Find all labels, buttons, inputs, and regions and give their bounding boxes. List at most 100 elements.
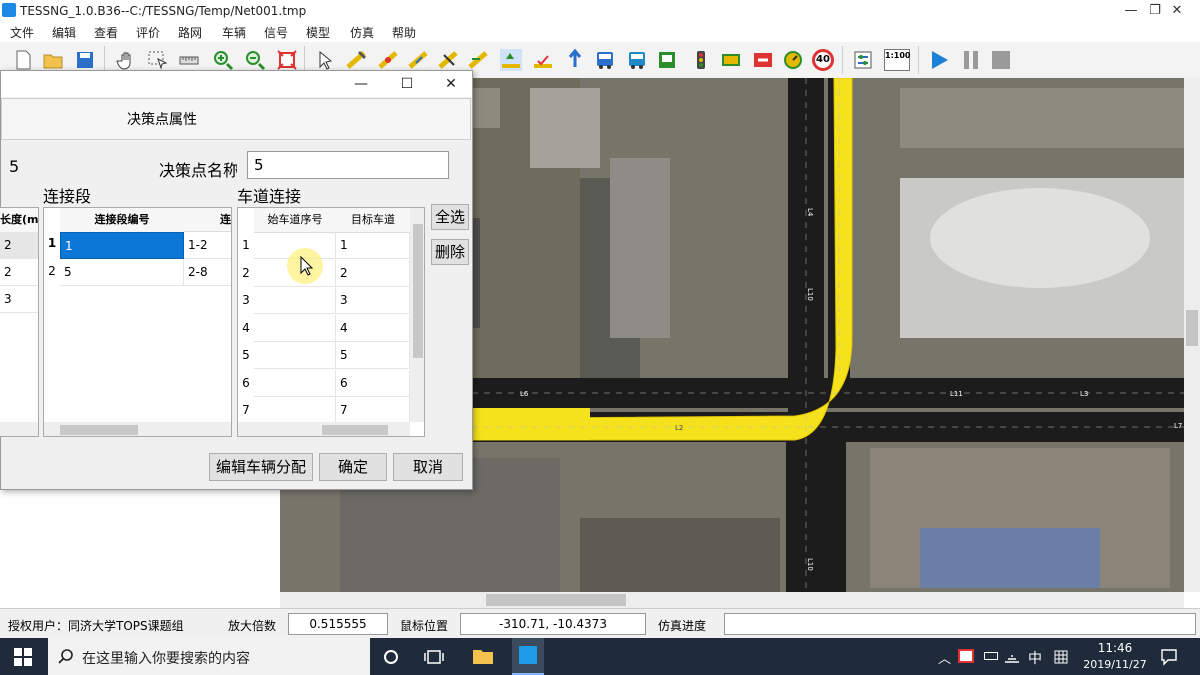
from-lane-cell[interactable] <box>254 342 336 369</box>
table-cell[interactable]: 3 <box>0 286 38 313</box>
tray-app-icon[interactable] <box>958 649 974 663</box>
from-lane-cell[interactable] <box>254 397 336 424</box>
keyboard-grid-icon[interactable] <box>1054 650 1068 664</box>
from-lane-cell[interactable] <box>254 287 336 314</box>
cortana-icon[interactable] <box>382 648 400 666</box>
delete-button[interactable]: 删除 <box>431 239 469 265</box>
menu-vehicle[interactable]: 车辆 <box>222 24 246 41</box>
table-cell[interactable]: 2 <box>0 232 38 259</box>
route-icon[interactable] <box>532 49 554 71</box>
hand-pan-icon[interactable] <box>116 49 138 71</box>
menu-signal[interactable]: 信号 <box>264 24 288 41</box>
merge-link-icon[interactable] <box>468 49 490 71</box>
edit-vehicle-distribution-button[interactable]: 编辑车辆分配 <box>209 453 313 481</box>
edit-link-icon[interactable] <box>408 49 430 71</box>
lane-table-vscroll[interactable] <box>410 208 424 422</box>
map-vertical-scrollbar[interactable] <box>1184 78 1200 592</box>
to-lane-cell[interactable]: 5 <box>336 342 410 369</box>
menu-model[interactable]: 模型 <box>306 24 330 41</box>
zoom-out-icon[interactable] <box>244 49 266 71</box>
dialog-maximize-button[interactable]: ☐ <box>387 73 427 95</box>
to-lane-cell[interactable]: 2 <box>336 259 410 287</box>
bus-icon[interactable] <box>594 49 616 71</box>
task-view-icon[interactable] <box>424 648 444 666</box>
decision-point-icon[interactable] <box>500 49 522 71</box>
vehicle-input-icon[interactable] <box>564 49 586 71</box>
select-rect-icon[interactable] <box>146 49 168 71</box>
select-all-button[interactable]: 全选 <box>431 204 469 230</box>
open-folder-icon[interactable] <box>42 49 64 71</box>
menu-view[interactable]: 查看 <box>94 24 118 41</box>
link-label: L3 <box>1080 390 1088 398</box>
column-header-to-lane: 目标车道 <box>336 208 410 233</box>
to-lane-cell[interactable]: 1 <box>336 232 410 259</box>
connector-cell[interactable]: 1-2 <box>184 232 231 259</box>
to-lane-cell[interactable]: 6 <box>336 369 410 397</box>
windows-start-icon[interactable] <box>14 648 32 666</box>
scale-ratio-icon[interactable]: 1:100 <box>884 49 910 71</box>
menu-edit[interactable]: 编辑 <box>52 24 76 41</box>
clock-time[interactable]: 11:46 <box>1080 641 1150 655</box>
dialog-minimize-button[interactable]: — <box>341 73 381 95</box>
ime-indicator[interactable]: 中 <box>1028 648 1042 668</box>
menu-network[interactable]: 路网 <box>178 24 202 41</box>
map-horizontal-scrollbar[interactable] <box>280 592 1184 608</box>
notification-icon[interactable] <box>1160 648 1178 666</box>
to-lane-cell[interactable]: 3 <box>336 287 410 314</box>
menu-simulation[interactable]: 仿真 <box>350 24 374 41</box>
row-header: 1 <box>47 236 57 250</box>
vehicle-travel-icon[interactable] <box>752 49 774 71</box>
from-lane-cell[interactable] <box>254 369 336 397</box>
settings-panel-icon[interactable] <box>852 49 874 71</box>
simulation-progress-bar <box>724 613 1196 635</box>
draw-link-icon[interactable] <box>346 49 368 71</box>
route-length-table[interactable]: 长度(m) 2 2 3 <box>0 207 39 437</box>
scroll-thumb[interactable] <box>1186 310 1198 346</box>
connector-id-cell[interactable]: 5 <box>60 259 184 286</box>
connector-cell[interactable]: 2-8 <box>184 259 231 286</box>
connector-table-hscroll[interactable] <box>44 422 231 436</box>
clock-date[interactable]: 2019/11/27 <box>1076 658 1154 671</box>
speed-limit-icon[interactable]: 40 <box>812 49 834 71</box>
speed-gauge-icon[interactable] <box>782 49 804 71</box>
bus-stop-icon[interactable] <box>656 49 678 71</box>
dialog-close-button[interactable]: ✕ <box>431 73 471 95</box>
taskbar-search-box[interactable]: 在这里输入你要搜索的内容 <box>48 638 370 675</box>
menu-file[interactable]: 文件 <box>10 24 34 41</box>
bus-route-icon[interactable] <box>626 49 648 71</box>
new-file-icon[interactable] <box>12 49 34 71</box>
file-explorer-icon[interactable] <box>472 646 494 666</box>
battery-icon[interactable] <box>984 652 998 660</box>
cancel-button[interactable]: 取消 <box>393 453 463 481</box>
connector-table[interactable]: 连接段编号 连 1 1 1-2 2 5 2-8 <box>43 207 232 437</box>
tessng-taskbar-button[interactable] <box>512 638 544 675</box>
draw-connector-icon[interactable] <box>378 49 400 71</box>
decision-point-name-input[interactable]: 5 <box>247 151 449 179</box>
close-button[interactable]: ✕ <box>1154 0 1200 22</box>
ok-button[interactable]: 确定 <box>319 453 387 481</box>
save-icon[interactable] <box>74 49 96 71</box>
connector-id-cell-selected[interactable]: 1 <box>60 232 184 259</box>
to-lane-cell[interactable]: 7 <box>336 397 410 424</box>
to-lane-cell[interactable]: 4 <box>336 314 410 342</box>
mouse-position-value: -310.71, -10.4373 <box>460 613 646 635</box>
fit-view-icon[interactable] <box>276 49 298 71</box>
lane-connection-table[interactable]: 始车道序号 目标车道 11223344556677 <box>237 207 425 437</box>
lane-table-hscroll[interactable] <box>238 422 410 436</box>
zoom-in-icon[interactable] <box>212 49 234 71</box>
pause-icon[interactable] <box>960 49 982 71</box>
pointer-icon[interactable] <box>314 49 336 71</box>
table-cell[interactable]: 2 <box>0 259 38 286</box>
menu-evaluate[interactable]: 评价 <box>136 24 160 41</box>
tray-chevron-icon[interactable]: ︿ <box>938 648 951 667</box>
traffic-light-icon[interactable] <box>690 49 712 71</box>
play-icon[interactable] <box>928 49 950 71</box>
from-lane-cell[interactable] <box>254 314 336 342</box>
measure-icon[interactable] <box>178 49 200 71</box>
stop-icon[interactable] <box>990 49 1012 71</box>
network-icon[interactable] <box>1004 649 1020 663</box>
menu-help[interactable]: 帮助 <box>392 24 416 41</box>
detector-icon[interactable] <box>720 49 742 71</box>
scroll-thumb[interactable] <box>486 594 626 606</box>
split-link-icon[interactable] <box>438 49 460 71</box>
